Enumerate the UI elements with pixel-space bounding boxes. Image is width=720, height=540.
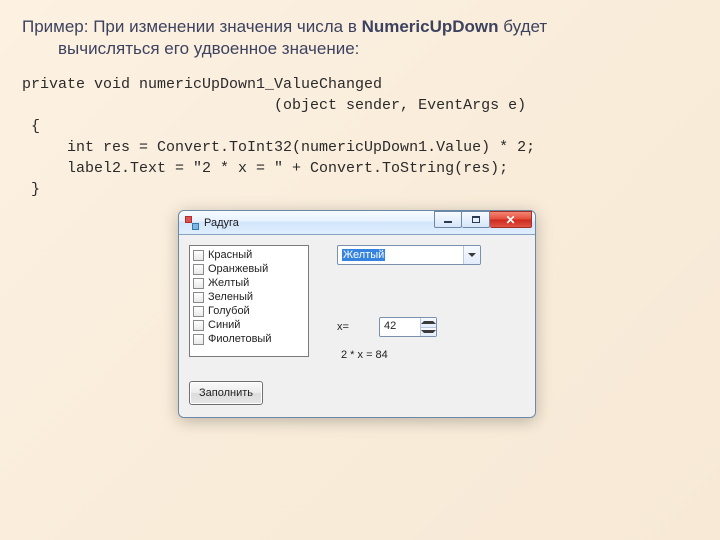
heading-part1: Пример: При изменении значения числа в	[22, 17, 362, 36]
checkbox-icon[interactable]	[193, 306, 204, 317]
app-window: Радуга ✕ Красный Оранжевый Желтый Зелены…	[178, 210, 536, 418]
code-sample: private void numericUpDown1_ValueChanged…	[22, 74, 698, 200]
combo-selected: Желтый	[342, 249, 385, 261]
window-title: Радуга	[204, 217, 434, 229]
chevron-down-icon	[468, 253, 476, 257]
list-item[interactable]: Зеленый	[193, 290, 305, 304]
heading-line2: вычисляться его удвоенное значение:	[22, 38, 698, 60]
list-item[interactable]: Фиолетовый	[193, 332, 305, 346]
x-label: x=	[337, 321, 379, 333]
titlebar[interactable]: Радуга ✕	[179, 211, 535, 235]
maximize-button[interactable]	[462, 211, 490, 228]
heading-part2: будет	[499, 17, 548, 36]
checkbox-icon[interactable]	[193, 250, 204, 261]
list-item[interactable]: Красный	[193, 248, 305, 262]
heading-bold: NumericUpDown	[362, 17, 499, 36]
color-checkedlistbox[interactable]: Красный Оранжевый Желтый Зеленый Голубой…	[189, 245, 309, 357]
minimize-button[interactable]	[434, 211, 462, 228]
numeric-down-button[interactable]	[421, 327, 436, 337]
checkbox-icon[interactable]	[193, 264, 204, 275]
numeric-updown[interactable]: 42	[379, 317, 437, 337]
checkbox-icon[interactable]	[193, 292, 204, 303]
numeric-value[interactable]: 42	[380, 318, 420, 336]
list-item[interactable]: Голубой	[193, 304, 305, 318]
checkbox-icon[interactable]	[193, 320, 204, 331]
app-icon	[185, 216, 199, 230]
checkbox-icon[interactable]	[193, 334, 204, 345]
combo-dropdown-button[interactable]	[463, 246, 480, 264]
color-combobox[interactable]: Желтый	[337, 245, 481, 265]
chevron-up-icon	[421, 321, 436, 324]
chevron-down-icon	[421, 330, 436, 333]
slide-heading: Пример: При изменении значения числа в N…	[22, 16, 698, 60]
fill-button[interactable]: Заполнить	[189, 381, 263, 405]
result-label: 2 * x = 84	[337, 349, 525, 361]
list-item[interactable]: Оранжевый	[193, 262, 305, 276]
numeric-up-button[interactable]	[421, 318, 436, 327]
list-item[interactable]: Синий	[193, 318, 305, 332]
list-item[interactable]: Желтый	[193, 276, 305, 290]
close-icon: ✕	[505, 215, 515, 225]
checkbox-icon[interactable]	[193, 278, 204, 289]
close-button[interactable]: ✕	[490, 211, 532, 228]
